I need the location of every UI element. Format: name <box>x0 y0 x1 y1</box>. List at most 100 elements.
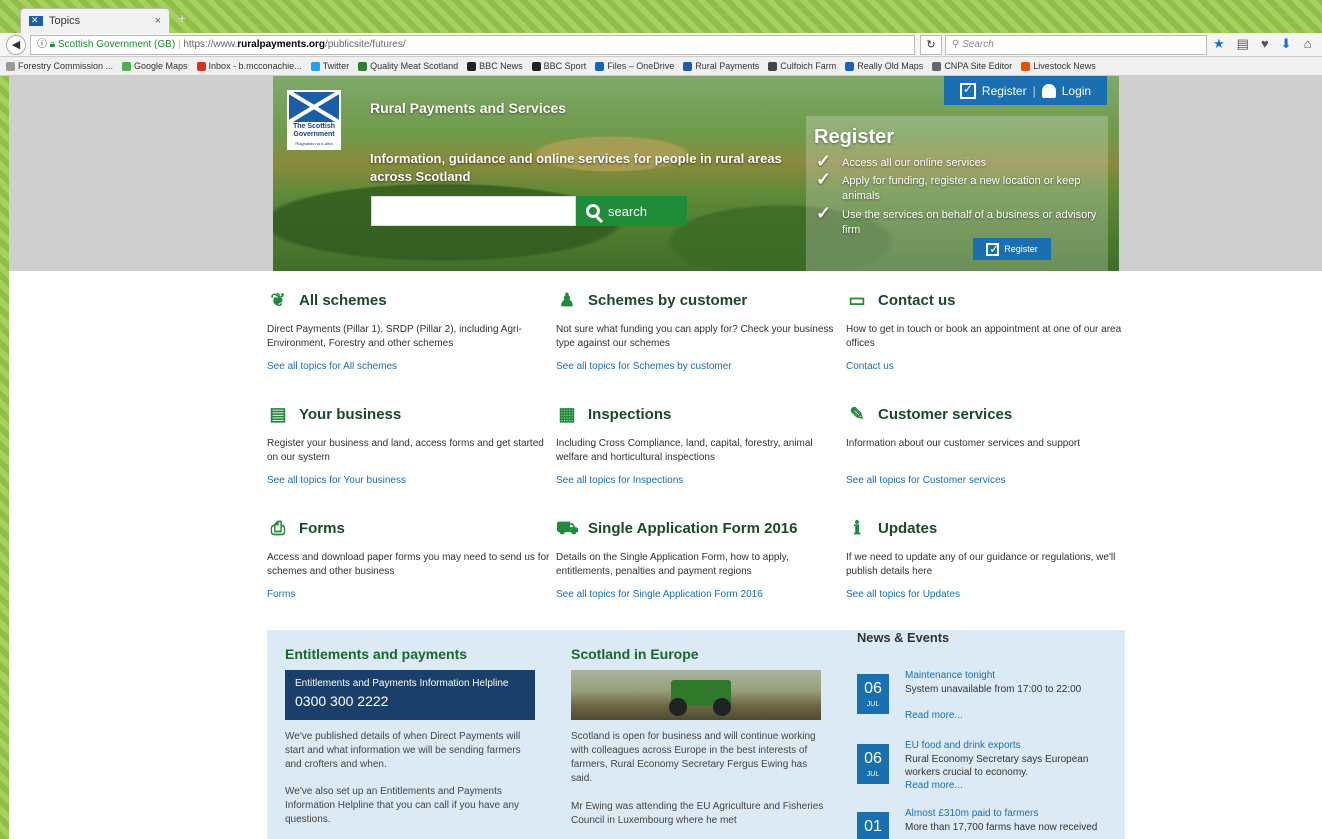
topic-card: ▭ Contact us How to get in touch or book a… <box>846 289 1131 372</box>
register-checkbox-icon <box>959 82 976 99</box>
topic-heading[interactable]: ▤ Your business <box>267 403 552 425</box>
topic-heading[interactable]: ▦ Inspections <box>556 403 841 425</box>
bookmark-item[interactable]: Files – OneDrive <box>595 61 674 71</box>
search-button[interactable]: search <box>576 196 687 226</box>
bookmark-favicon-icon <box>310 61 320 71</box>
bookmark-label: Culfoich Farm <box>780 61 837 71</box>
news-day: 06 <box>864 750 882 767</box>
bookmark-item[interactable]: Really Old Maps <box>845 61 923 71</box>
bookmark-item[interactable]: CNPA Site Editor <box>932 61 1012 71</box>
bookmark-favicon-icon <box>467 61 477 71</box>
topic-heading[interactable]: ⎙ Forms <box>267 517 552 539</box>
bookmark-item[interactable]: Quality Meat Scotland <box>358 61 458 71</box>
site-search-input[interactable] <box>371 196 576 226</box>
lock-icon: 🔒︎ <box>49 39 56 50</box>
bookmark-item[interactable]: Inbox - b.mcconachie... <box>196 61 302 71</box>
topic-title: Your business <box>299 405 402 423</box>
europe-heading[interactable]: Scotland in Europe <box>571 646 699 662</box>
toolbar-icons: ★ ▤ ♥ ⬇ ⌂ <box>1213 36 1311 52</box>
topic-link[interactable]: Contact us <box>846 361 1131 372</box>
topic-link[interactable]: See all topics for Inspections <box>556 475 841 486</box>
topic-link[interactable]: See all topics for Updates <box>846 589 1131 600</box>
news-title[interactable]: Almost £310m paid to farmers <box>905 808 1038 819</box>
search-input[interactable]: ⚲ Search <box>945 35 1207 55</box>
entitlements-paragraph-1: We've published details of when Direct P… <box>285 731 521 770</box>
register-heading: Register <box>814 126 895 148</box>
register-login-bar: Register | Login <box>944 76 1107 105</box>
bookmark-item[interactable]: Rural Payments <box>683 61 759 71</box>
topic-link[interactable]: See all topics for All schemes <box>267 361 552 372</box>
bookmark-item[interactable]: Google Maps <box>122 61 188 71</box>
news-body: Rural Economy Secretary says European wo… <box>905 754 1089 778</box>
navigation-bar: ◀ ⓘ 🔒︎ Scottish Government (GB) | https:… <box>0 33 1322 57</box>
url-path: /publicsite/futures/ <box>325 39 406 50</box>
topic-heading[interactable]: ℹ Updates <box>846 517 1131 539</box>
topic-heading[interactable]: ⛟ Single Application Form 2016 <box>556 517 841 539</box>
entitlements-paragraph-2: We've also set up an Entitlements and Pa… <box>285 786 520 825</box>
topic-link[interactable]: See all topics for Your business <box>267 475 552 486</box>
topic-description: Not sure what funding you can apply for?… <box>556 324 834 349</box>
bookmark-item[interactable]: Culfoich Farm <box>768 61 836 71</box>
bookmark-star-icon[interactable]: ★ <box>1213 36 1225 52</box>
close-tab-icon[interactable]: × <box>155 15 161 27</box>
news-heading[interactable]: News & Events <box>857 630 1117 645</box>
bookmark-item[interactable]: BBC Sport <box>531 61 586 71</box>
back-arrow-icon[interactable]: ◀ <box>6 35 26 55</box>
topic-heading[interactable]: ✎ Customer services <box>846 403 1131 425</box>
helpline-number: 0300 300 2222 <box>295 693 389 709</box>
helpline-title: Entitlements and Payments Information He… <box>295 678 509 689</box>
scottish-government-logo[interactable]: The Scottish Government Riaghaltas na h-… <box>287 90 341 150</box>
bookmark-favicon-icon <box>196 61 206 71</box>
news-month: JUL <box>866 771 880 778</box>
topic-description: Register your business and land, access … <box>267 438 544 463</box>
news-title[interactable]: EU food and drink exports <box>905 740 1021 751</box>
news-date-badge: 06 JUL <box>857 674 889 714</box>
read-more-link[interactable]: Read more... <box>905 780 963 791</box>
pocket-icon[interactable]: ♥ <box>1261 36 1269 52</box>
site-title[interactable]: Rural Payments and Services <box>370 100 566 116</box>
topic-title: Single Application Form 2016 <box>588 519 798 537</box>
home-icon[interactable]: ⌂ <box>1304 36 1312 52</box>
reload-icon[interactable]: ↻ <box>920 35 942 55</box>
topic-title: Inspections <box>588 405 672 423</box>
topic-heading[interactable]: ▭ Contact us <box>846 289 1131 311</box>
entitlements-heading[interactable]: Entitlements and payments <box>285 646 467 662</box>
bookmark-favicon-icon <box>122 61 132 71</box>
news-title[interactable]: Maintenance tonight <box>905 670 995 681</box>
download-icon[interactable]: ⬇ <box>1281 36 1292 52</box>
topic-link[interactable]: See all topics for Schemes by customer <box>556 361 841 372</box>
bookmark-favicon-icon <box>1021 61 1031 71</box>
bookmark-label: Google Maps <box>134 61 188 71</box>
bookmark-item[interactable]: Forestry Commission ... <box>6 61 113 71</box>
tab-bar: Topics × + <box>0 0 1322 33</box>
bookmark-item[interactable]: Livestock News <box>1021 61 1096 71</box>
read-more-link[interactable]: Read more... <box>905 710 963 721</box>
bookmark-item[interactable]: BBC News <box>467 61 523 71</box>
topic-link[interactable]: See all topics for Customer services <box>846 475 1131 486</box>
europe-paragraph-1: Scotland is open for business and will c… <box>571 731 816 784</box>
browser-tab[interactable]: Topics × <box>20 8 170 33</box>
login-link[interactable]: Login <box>1062 84 1091 98</box>
topic-heading[interactable]: ♟ Schemes by customer <box>556 289 841 311</box>
tractor-icon: ⛟ <box>556 518 579 538</box>
address-bar[interactable]: ⓘ 🔒︎ Scottish Government (GB) | https://… <box>30 35 915 55</box>
info-icon[interactable]: ⓘ <box>37 39 47 50</box>
bookmarks-list-icon[interactable]: ▤ <box>1237 36 1249 52</box>
new-tab-button[interactable]: + <box>178 10 186 26</box>
site-identity[interactable]: Scottish Government (GB) <box>58 39 175 50</box>
bookmark-item[interactable]: Twitter <box>310 61 349 71</box>
topic-title: Forms <box>299 519 345 537</box>
bookmark-label: Really Old Maps <box>857 61 924 71</box>
register-button[interactable]: Register <box>973 238 1051 260</box>
news-body: System unavailable from 17:00 to 22:00 <box>905 684 1082 695</box>
topic-link[interactable]: Forms <box>267 589 552 600</box>
logo-text: The Scottish Government <box>288 123 340 139</box>
bookmark-label: Livestock News <box>1033 61 1096 71</box>
register-link[interactable]: Register <box>982 84 1027 98</box>
topic-link[interactable]: See all topics for Single Application Fo… <box>556 589 841 600</box>
bookmark-favicon-icon <box>6 61 15 71</box>
topic-heading[interactable]: ❦ All schemes <box>267 289 552 311</box>
topic-title: Customer services <box>878 405 1013 423</box>
topic-description: Details on the Single Application Form, … <box>556 552 789 577</box>
devices-icon: ▭ <box>848 290 866 310</box>
